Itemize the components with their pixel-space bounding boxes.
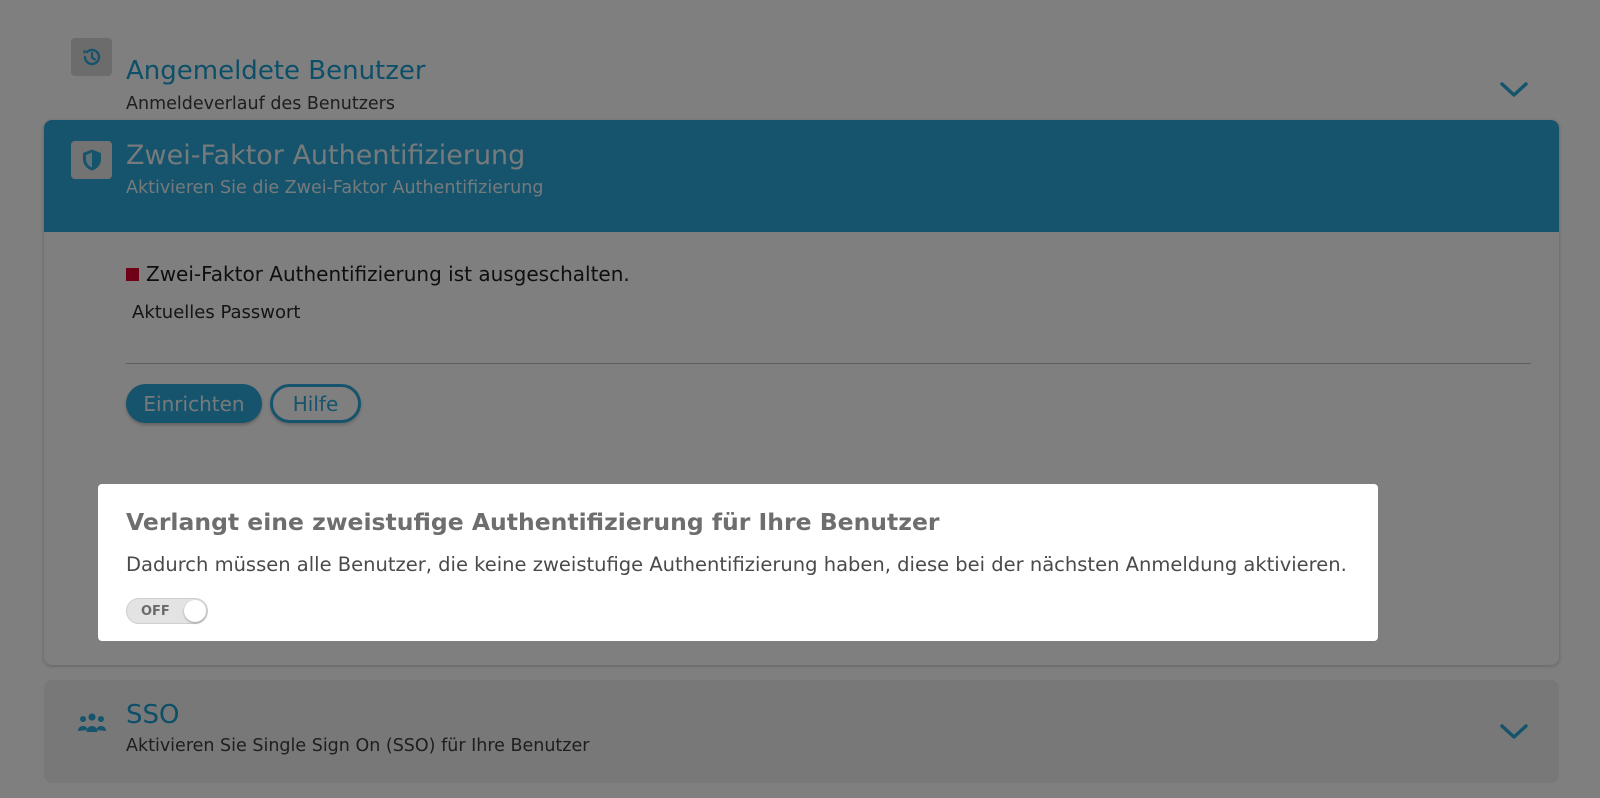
require-2fa-description: Dadurch müssen alle Benutzer, die keine … (126, 553, 1347, 576)
require-2fa-toggle[interactable]: OFF (126, 598, 208, 624)
toggle-label: OFF (141, 604, 170, 619)
modal-overlay[interactable] (0, 0, 1600, 798)
toggle-knob (184, 600, 206, 622)
require-2fa-card: Verlangt eine zweistufige Authentifizier… (98, 484, 1378, 641)
require-2fa-title: Verlangt eine zweistufige Authentifizier… (126, 508, 940, 536)
settings-page: Angemeldete Benutzer Anmeldeverlauf des … (0, 0, 1600, 798)
